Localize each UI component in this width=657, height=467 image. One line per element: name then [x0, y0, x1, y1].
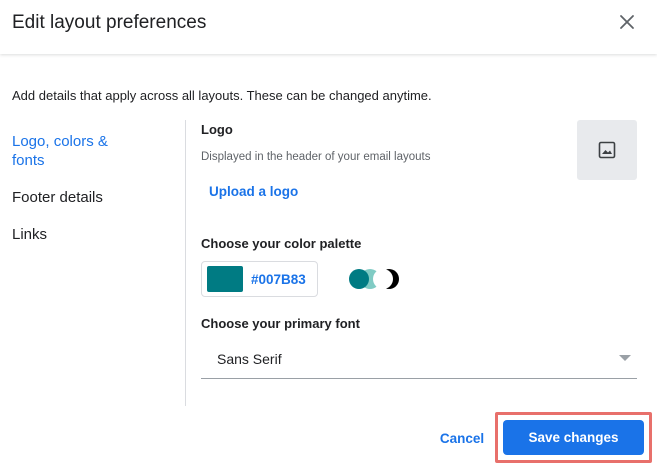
primary-font-label: Choose your primary font: [201, 316, 360, 331]
intro-text: Add details that apply across all layout…: [12, 88, 432, 103]
color-palette-label: Choose your color palette: [201, 236, 362, 251]
color-hex-value: #007B83: [251, 271, 306, 287]
chevron-down-icon: [619, 355, 631, 361]
sidebar-divider: [185, 120, 186, 406]
upload-logo-link[interactable]: Upload a logo: [209, 184, 298, 199]
close-button[interactable]: [615, 10, 639, 34]
image-icon: [598, 141, 616, 159]
logo-placeholder: [577, 120, 637, 180]
palette-dot-white: [373, 269, 393, 289]
color-swatch: [207, 266, 243, 292]
dialog-title: Edit layout preferences: [12, 12, 207, 33]
save-changes-button[interactable]: Save changes: [503, 420, 644, 455]
logo-description: Displayed in the header of your email la…: [201, 151, 431, 163]
close-icon: [620, 15, 634, 29]
sidebar-item-footer-details[interactable]: Footer details: [12, 188, 162, 207]
color-picker-field[interactable]: #007B83: [201, 261, 318, 297]
palette-dot-primary: [349, 269, 369, 289]
cancel-button[interactable]: Cancel: [430, 422, 494, 454]
dialog-header: Edit layout preferences: [0, 0, 657, 54]
primary-font-value: Sans Serif: [217, 351, 282, 367]
sidebar-item-links[interactable]: Links: [12, 225, 162, 244]
sidebar-nav: Logo, colors & fonts Footer details Link…: [12, 132, 162, 262]
logo-label: Logo: [201, 122, 233, 137]
palette-theme-toggle[interactable]: [348, 268, 404, 290]
sidebar-item-logo-colors-fonts[interactable]: Logo, colors & fonts: [12, 132, 122, 170]
primary-font-select[interactable]: Sans Serif: [201, 344, 637, 379]
